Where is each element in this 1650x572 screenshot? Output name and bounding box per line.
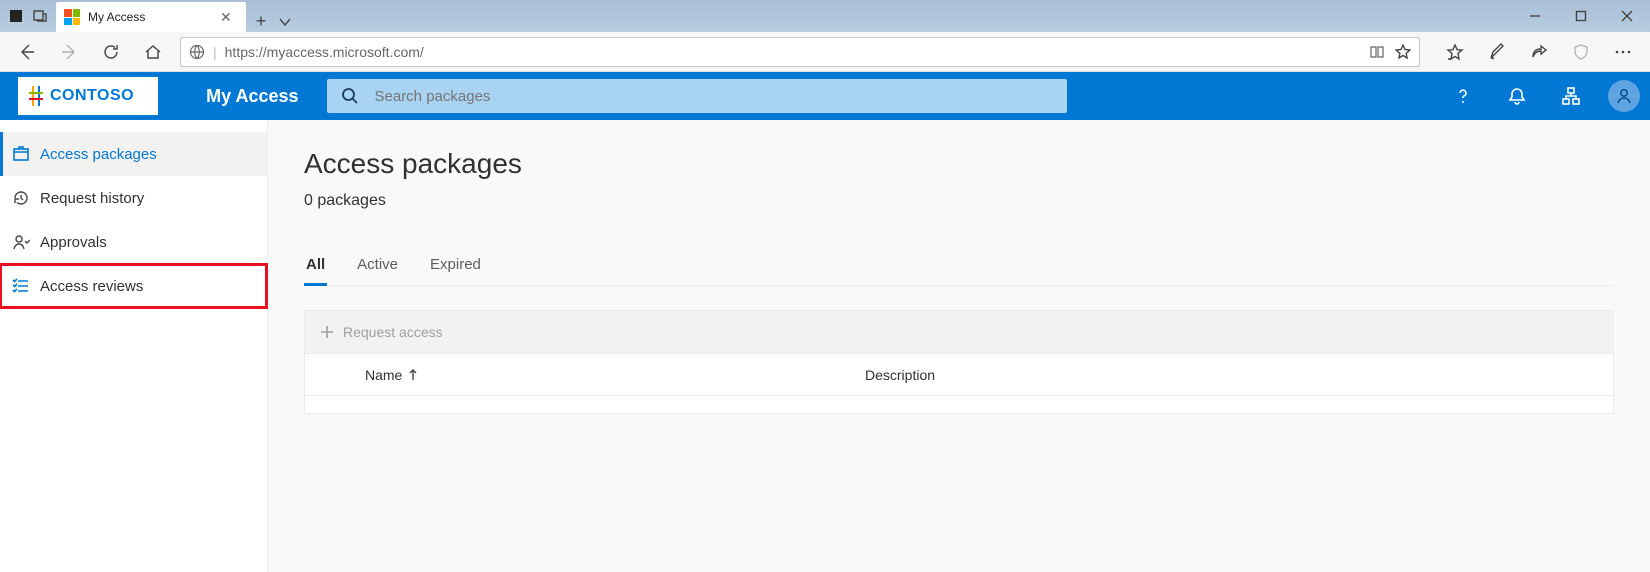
globe-icon xyxy=(189,44,205,60)
column-header-name[interactable]: Name xyxy=(365,367,865,383)
window-close-button[interactable] xyxy=(1604,0,1650,32)
forward-button[interactable] xyxy=(50,32,88,72)
notes-button[interactable] xyxy=(1478,32,1516,72)
checklist-icon xyxy=(12,277,30,295)
tab-close-button[interactable]: ✕ xyxy=(216,9,236,26)
search-input[interactable] xyxy=(373,87,1053,106)
column-header-description[interactable]: Description xyxy=(865,367,935,383)
back-button[interactable] xyxy=(8,32,46,72)
person-icon xyxy=(12,233,30,251)
microsoft-favicon xyxy=(64,9,80,25)
url-text: https://myaccess.microsoft.com/ xyxy=(225,44,1361,60)
grid-header: Name Description xyxy=(304,354,1614,396)
sidebar-item-label: Approvals xyxy=(40,234,107,251)
tab-chevron-down-icon[interactable] xyxy=(278,15,292,29)
sidebar-item-access-packages[interactable]: Access packages xyxy=(0,132,267,176)
home-button[interactable] xyxy=(134,32,172,72)
set-aside-icon[interactable] xyxy=(32,8,48,24)
browser-tab[interactable]: My Access ✕ xyxy=(56,2,246,32)
sidebar-item-approvals[interactable]: Approvals xyxy=(0,220,267,264)
tab-expired[interactable]: Expired xyxy=(428,256,483,285)
filter-tabs: All Active Expired xyxy=(304,256,1614,286)
sort-asc-icon xyxy=(408,369,418,381)
more-button[interactable] xyxy=(1604,32,1642,72)
plus-icon xyxy=(319,324,335,340)
security-button[interactable] xyxy=(1562,32,1600,72)
search-box[interactable] xyxy=(327,79,1067,113)
contoso-logo-icon xyxy=(28,85,44,107)
reading-view-icon[interactable] xyxy=(1369,44,1385,60)
browser-toolbar: | https://myaccess.microsoft.com/ xyxy=(0,32,1650,72)
tab-title: My Access xyxy=(88,10,208,24)
history-icon xyxy=(12,189,30,207)
favorite-star-icon[interactable] xyxy=(1395,44,1411,60)
tab-all[interactable]: All xyxy=(304,256,327,286)
org-name: CONTOSO xyxy=(50,87,134,105)
favorites-button[interactable] xyxy=(1436,32,1474,72)
grid-empty-row xyxy=(304,396,1614,414)
new-tab-button[interactable]: + xyxy=(256,11,267,32)
sidebar-item-access-reviews[interactable]: Access reviews xyxy=(0,264,267,308)
package-icon xyxy=(12,145,30,163)
window-maximize-button[interactable] xyxy=(1558,0,1604,32)
refresh-button[interactable] xyxy=(92,32,130,72)
search-icon xyxy=(341,87,359,105)
window-minimize-button[interactable] xyxy=(1512,0,1558,32)
sidebar-item-label: Request history xyxy=(40,190,144,207)
activity-icon xyxy=(8,8,24,24)
share-button[interactable] xyxy=(1520,32,1558,72)
browser-titlebar: My Access ✕ + xyxy=(0,0,1650,32)
address-bar[interactable]: | https://myaccess.microsoft.com/ xyxy=(180,37,1420,67)
account-avatar[interactable] xyxy=(1608,80,1640,112)
notifications-button[interactable] xyxy=(1500,79,1534,113)
directory-button[interactable] xyxy=(1554,79,1588,113)
app-title: My Access xyxy=(166,86,326,107)
tab-active[interactable]: Active xyxy=(355,256,400,285)
sidebar-item-label: Access packages xyxy=(40,146,157,163)
sidebar-item-request-history[interactable]: Request history xyxy=(0,176,267,220)
request-access-button[interactable]: Request access xyxy=(343,324,443,340)
page-count: 0 packages xyxy=(304,192,1614,210)
sidebar: Access packages Request history Approval… xyxy=(0,120,268,572)
grid-toolbar: Request access xyxy=(304,310,1614,354)
main-content: Access packages 0 packages All Active Ex… xyxy=(268,120,1650,572)
help-button[interactable] xyxy=(1446,79,1480,113)
org-logo-box[interactable]: CONTOSO xyxy=(18,77,158,115)
page-title: Access packages xyxy=(304,148,1614,180)
sidebar-item-label: Access reviews xyxy=(40,278,143,295)
app-header: CONTOSO My Access xyxy=(0,72,1650,120)
